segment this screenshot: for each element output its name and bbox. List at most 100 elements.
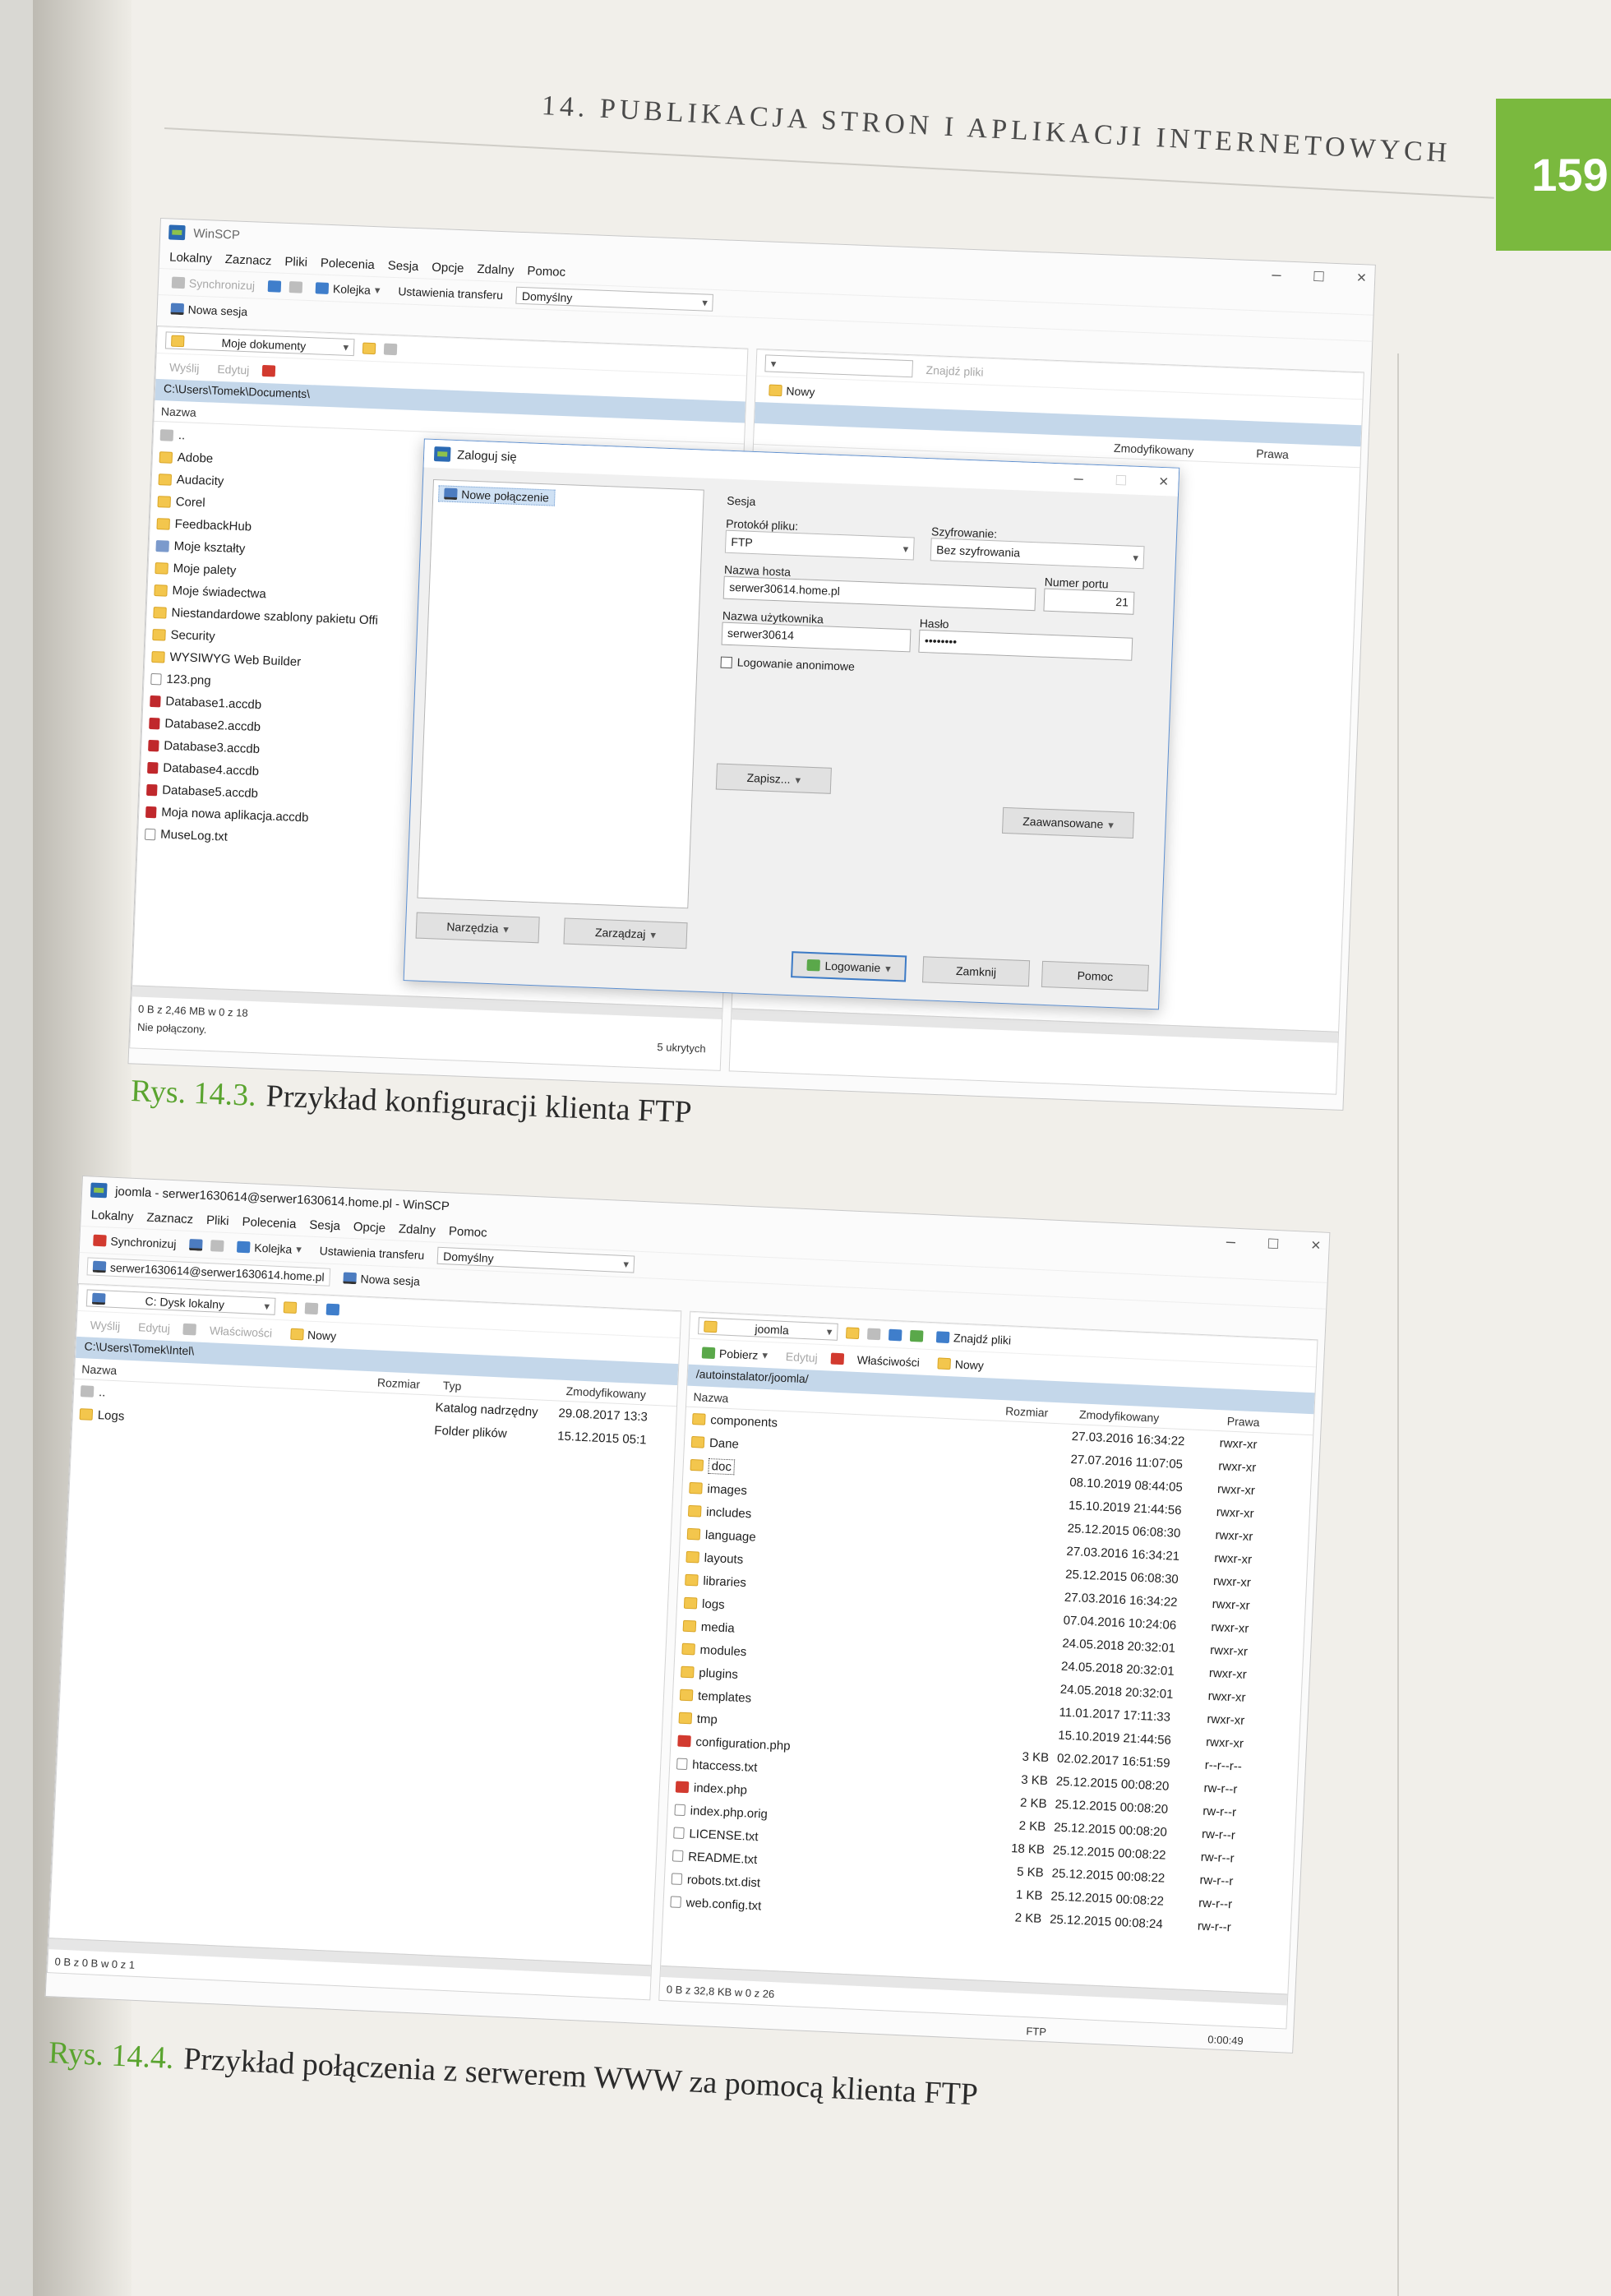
close-icon[interactable]: × (1158, 472, 1169, 491)
close-icon[interactable]: × (1356, 268, 1367, 287)
row-size (995, 1479, 1069, 1482)
terminal-icon[interactable] (267, 279, 282, 293)
new-button[interactable]: Nowy (932, 1355, 989, 1374)
row-rights: rwxr-xr (1212, 1596, 1250, 1613)
col-type-header[interactable]: Typ (436, 1378, 561, 1397)
maximize-icon[interactable]: □ (1267, 1234, 1278, 1254)
col-modified-header[interactable]: Zmodyfikowany (1073, 1407, 1221, 1426)
folder-icon (704, 1320, 718, 1333)
session-timer: 0:00:49 (1207, 2033, 1244, 2048)
save-button[interactable]: Zapisz... (715, 763, 832, 794)
refresh-icon[interactable] (909, 1329, 924, 1342)
file-name: 123.png (166, 672, 211, 688)
send-button[interactable]: Wyślij (85, 1316, 125, 1334)
menu-opcje[interactable]: Opcje (353, 1220, 385, 1236)
remote-horizontal-scrollbar[interactable] (660, 1965, 1288, 2006)
open-folder-icon[interactable] (283, 1300, 298, 1314)
download-button[interactable]: Pobierz (697, 1343, 773, 1364)
close-icon[interactable]: × (1310, 1236, 1322, 1255)
preferences-icon[interactable] (289, 280, 303, 293)
row-rights: rwxr-xr (1207, 1689, 1246, 1705)
new-session-tab[interactable]: Nowa sesja (165, 300, 252, 320)
col-modified-header[interactable]: Zmodyfikowany (1107, 441, 1201, 457)
anonymous-login-row[interactable]: Logowanie anonimowe (720, 655, 1156, 686)
properties-button[interactable]: Właściwości (852, 1351, 925, 1370)
menu-polecenia[interactable]: Polecenia (242, 1214, 297, 1231)
manage-button[interactable]: Zarządzaj (563, 917, 688, 949)
new-session-tab[interactable]: Nowa sesja (338, 1269, 425, 1290)
back-icon[interactable] (888, 1328, 902, 1341)
preferences-icon[interactable] (210, 1239, 224, 1252)
menu-zaznacz[interactable]: Zaznacz (225, 252, 272, 268)
local-horizontal-scrollbar[interactable] (48, 1938, 652, 1977)
delete-icon[interactable] (262, 364, 276, 377)
port-input[interactable]: 21 (1043, 588, 1135, 615)
terminal-icon[interactable] (189, 1238, 203, 1251)
find-files-button[interactable]: Znajdź pliki (921, 361, 989, 380)
edit-button[interactable]: Edytuj (212, 360, 255, 378)
tools-button[interactable]: Narzędzia (415, 912, 540, 944)
minimize-icon[interactable]: – (1272, 265, 1281, 284)
menu-zaznacz[interactable]: Zaznacz (146, 1210, 193, 1227)
edit-button[interactable]: Edytuj (780, 1347, 823, 1365)
remote-location-select[interactable] (764, 354, 914, 378)
menu-lokalny[interactable]: Lokalny (169, 250, 212, 266)
send-button[interactable]: Wyślij (164, 358, 205, 377)
login-button[interactable]: Logowanie (791, 951, 907, 982)
open-folder-icon[interactable] (362, 342, 376, 354)
winscp-logo-icon (90, 1182, 108, 1199)
back-icon[interactable] (325, 1303, 340, 1315)
new-button[interactable]: Nowy (764, 381, 820, 400)
queue-button[interactable]: Kolejka (311, 279, 385, 298)
menu-pliki[interactable]: Pliki (284, 254, 307, 269)
anonymous-login-checkbox[interactable] (720, 656, 732, 669)
transfer-settings-select[interactable]: Domyślny (515, 286, 714, 312)
close-button[interactable]: Zamknij (921, 956, 1031, 987)
menu-pomoc[interactable]: Pomoc (527, 264, 565, 279)
menu-sesja[interactable]: Sesja (309, 1217, 340, 1233)
filter-icon[interactable] (304, 1301, 319, 1314)
filter-icon[interactable] (866, 1328, 881, 1340)
minimize-icon[interactable]: – (1073, 469, 1083, 487)
properties-button[interactable]: Właściwości (205, 1321, 278, 1341)
delete-icon[interactable] (182, 1323, 197, 1335)
edit-button[interactable]: Edytuj (133, 1319, 176, 1337)
col-modified-header[interactable]: Zmodyfikowany (559, 1384, 653, 1401)
menu-lokalny[interactable]: Lokalny (90, 1208, 133, 1223)
new-button[interactable]: Nowy (285, 1325, 342, 1344)
find-files-button[interactable]: Znajdź pliki (931, 1328, 1017, 1349)
folder-icon (690, 1435, 705, 1448)
help-button[interactable]: Pomoc (1041, 960, 1149, 991)
find-files-label: Znajdź pliki (953, 1330, 1012, 1347)
remote-location-select[interactable]: joomla (698, 1317, 838, 1341)
session-tab[interactable]: serwer1630614@serwer1630614.home.pl (86, 1256, 331, 1287)
sync-button[interactable]: Synchronizuj (167, 274, 261, 293)
dialog-controls: – □ × (1073, 469, 1169, 491)
col-rights-header[interactable]: Prawa (1249, 446, 1295, 461)
new-session-icon (444, 487, 458, 501)
queue-button[interactable]: Kolejka (232, 1237, 307, 1258)
row-modified: 25.12.2015 00:08:22 (1051, 1865, 1166, 1886)
col-rights-header[interactable]: Prawa (1221, 1414, 1267, 1430)
open-folder-icon[interactable] (845, 1326, 860, 1339)
delete-icon[interactable] (830, 1352, 845, 1365)
local-location-select[interactable]: Moje dokumenty (164, 331, 355, 357)
sync-button[interactable]: Synchronizuj (88, 1231, 182, 1252)
menu-polecenia[interactable]: Polecenia (321, 256, 375, 272)
new-site-item[interactable]: Nowe połączenie (437, 485, 556, 506)
menu-opcje[interactable]: Opcje (432, 260, 464, 275)
menu-zdalny[interactable]: Zdalny (477, 261, 515, 277)
remote-horizontal-scrollbar[interactable] (732, 1008, 1339, 1043)
minimize-icon[interactable]: – (1226, 1232, 1235, 1251)
col-size-header[interactable]: Rozmiar (371, 1375, 437, 1392)
filter-icon[interactable] (383, 343, 398, 355)
menu-zdalny[interactable]: Zdalny (399, 1222, 436, 1237)
sync-icon (171, 276, 186, 289)
menu-pomoc[interactable]: Pomoc (449, 1224, 487, 1240)
menu-pliki[interactable]: Pliki (206, 1213, 229, 1227)
col-size-header[interactable]: Rozmiar (999, 1403, 1073, 1420)
advanced-button[interactable]: Zaawansowane (1002, 806, 1135, 839)
maximize-icon[interactable]: □ (1313, 266, 1324, 285)
menu-sesja[interactable]: Sesja (387, 258, 418, 273)
col-name-header[interactable]: Nazwa (155, 404, 203, 419)
